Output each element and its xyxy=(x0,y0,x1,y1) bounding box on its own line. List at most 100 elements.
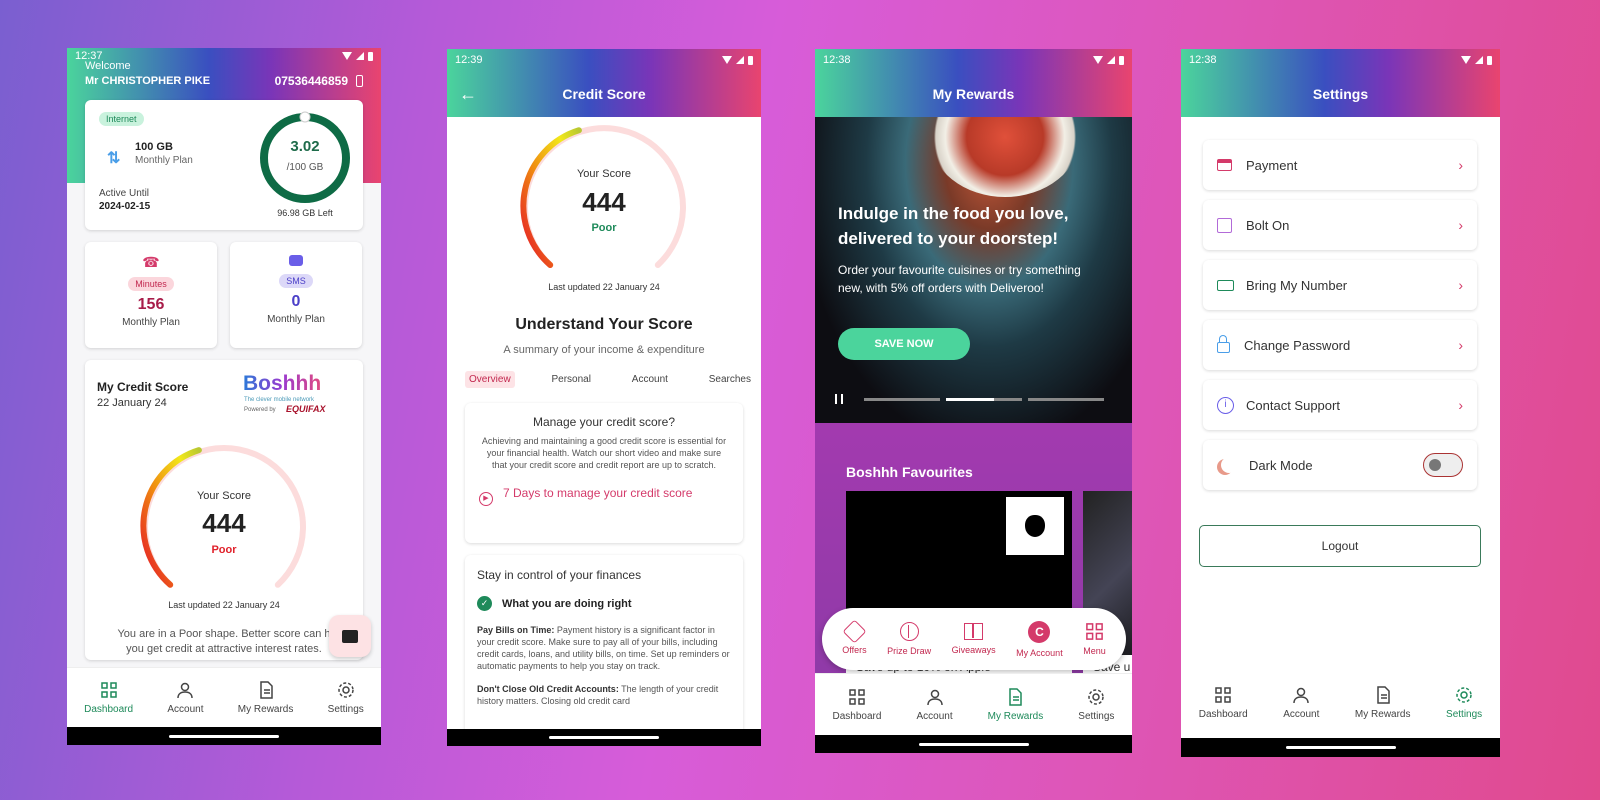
minutes-plan: Monthly Plan xyxy=(122,317,180,328)
nav-dashboard[interactable]: Dashboard xyxy=(1199,685,1248,720)
signal-icon xyxy=(356,52,364,60)
data-transfer-icon: ⇅ xyxy=(107,150,121,167)
menu-prize-draw[interactable]: Prize Draw xyxy=(887,622,931,656)
tab-searches[interactable]: Searches xyxy=(705,371,755,388)
minutes-card[interactable]: ☎ Minutes 156 Monthly Plan xyxy=(85,242,217,348)
rewards-header: 12:38 My Rewards xyxy=(815,49,1132,117)
bottom-nav: Dashboard Account My Rewards Settings xyxy=(815,673,1132,735)
credit-title: My Credit Score xyxy=(97,380,189,394)
save-now-button[interactable]: SAVE NOW xyxy=(838,328,970,360)
nav-rewards-label: My Rewards xyxy=(1354,708,1411,720)
last-updated: Last updated 22 January 24 xyxy=(548,282,660,292)
data-usage-ring xyxy=(260,111,350,203)
menu-my-account[interactable]: C My Account xyxy=(1016,620,1063,658)
tab-overview[interactable]: Overview xyxy=(465,371,515,388)
menu-my-account-label: My Account xyxy=(1016,647,1063,658)
check-circle-icon: ✓ xyxy=(477,596,492,611)
nav-rewards[interactable]: My Rewards xyxy=(238,680,293,715)
nav-account-label: Account xyxy=(916,711,953,722)
document-icon xyxy=(1376,685,1390,704)
nav-rewards[interactable]: My Rewards xyxy=(988,687,1043,722)
last-updated: Last updated 22 January 24 xyxy=(168,600,280,610)
document-icon xyxy=(259,681,273,699)
tip2-title: Don't Close Old Credit Accounts: xyxy=(477,684,619,694)
grid-icon xyxy=(1086,623,1103,640)
hero-banner[interactable]: Indulge in the food you love, delivered … xyxy=(815,117,1132,423)
phone-dashboard: 12:37 Welcome Mr CHRISTOPHER PIKE 075364… xyxy=(67,48,381,745)
settings-item-contact-support[interactable]: i Contact Support › xyxy=(1203,380,1477,430)
menu-prize-draw-label: Prize Draw xyxy=(887,646,932,656)
back-arrow-icon[interactable]: ← xyxy=(459,84,477,105)
score-rating: Poor xyxy=(591,222,617,234)
person-icon xyxy=(1293,687,1310,703)
info-icon: i xyxy=(1217,396,1234,414)
data-amount: 100 GB xyxy=(135,141,173,153)
data-left: 96.98 GB Left xyxy=(277,208,333,218)
sms-card[interactable]: SMS 0 Monthly Plan xyxy=(230,242,362,348)
change-password-label: Change Password xyxy=(1244,337,1351,353)
data-plan: Monthly Plan xyxy=(135,155,193,166)
dark-mode-label: Dark Mode xyxy=(1249,457,1313,473)
battery-icon xyxy=(1487,55,1492,65)
menu-offers[interactable]: Offers xyxy=(842,619,867,655)
nav-settings-label: Settings xyxy=(1446,708,1483,720)
nav-account[interactable]: Account xyxy=(916,687,953,722)
nav-settings[interactable]: Settings xyxy=(1446,685,1482,720)
page-title: Credit Score xyxy=(562,86,646,102)
credit-score-card[interactable]: My Credit Score 22 January 24 Boshhh The… xyxy=(85,360,363,660)
status-bar: 12:38 xyxy=(1181,49,1500,71)
page-title: My Rewards xyxy=(932,86,1015,102)
edit-icon xyxy=(1217,217,1232,233)
person-icon xyxy=(177,682,194,699)
logout-button[interactable]: Logout xyxy=(1199,525,1481,567)
nav-settings[interactable]: Settings xyxy=(328,680,364,715)
bolt-on-label: Bolt On xyxy=(1246,217,1290,233)
menu-offers-label: Offers xyxy=(842,645,867,655)
score-tabs: Overview Personal Account Searches xyxy=(465,371,755,388)
tab-personal[interactable]: Personal xyxy=(548,371,595,388)
nav-dashboard[interactable]: Dashboard xyxy=(832,687,882,722)
nav-rewards[interactable]: My Rewards xyxy=(1355,685,1411,720)
nav-account[interactable]: Account xyxy=(1283,685,1319,720)
manage-title: Manage your credit score? xyxy=(532,415,676,429)
manage-link-text: 7 Days to manage your credit score xyxy=(503,486,693,500)
menu-giveaways[interactable]: Giveaways xyxy=(952,623,996,655)
data-plan-card[interactable]: Internet ⇅ 100 GB Monthly Plan Active Un… xyxy=(85,100,363,230)
minutes-badge: Minutes xyxy=(128,277,174,291)
pause-icon[interactable] xyxy=(835,394,843,404)
tab-account[interactable]: Account xyxy=(628,371,672,388)
status-time: 12:38 xyxy=(1189,54,1217,66)
dark-mode-toggle[interactable] xyxy=(1423,453,1463,477)
status-icons xyxy=(1461,55,1492,65)
phone-settings: 12:38 Settings Payment › Bolt On › Bring… xyxy=(1181,49,1500,757)
account-c-icon: C xyxy=(1028,620,1051,643)
settings-item-bring-number[interactable]: Bring My Number › xyxy=(1203,260,1477,310)
lock-icon xyxy=(1217,335,1230,353)
chevron-right-icon: › xyxy=(1458,217,1463,233)
chat-button[interactable] xyxy=(329,615,371,657)
phone-call-icon: ☎ xyxy=(142,254,160,270)
control-title: Stay in control of your finances xyxy=(477,568,642,582)
finances-card: Stay in control of your finances ✓ What … xyxy=(465,555,743,745)
carousel-progress-2 xyxy=(946,398,1022,401)
settings-item-payment[interactable]: Payment › xyxy=(1203,140,1477,190)
carousel-progress-1 xyxy=(864,398,940,401)
credit-date: 22 January 24 xyxy=(97,397,167,409)
settings-header: 12:38 Settings xyxy=(1181,49,1500,117)
score-label: Your Score xyxy=(196,490,252,502)
settings-item-change-password[interactable]: Change Password › xyxy=(1203,320,1477,370)
nav-account[interactable]: Account xyxy=(167,680,204,715)
hero-headline: Indulge in the food you love, delivered … xyxy=(838,204,1069,248)
phone-number: 07536446859 xyxy=(274,74,348,88)
chevron-right-icon: › xyxy=(1458,397,1463,413)
understand-title: Understand Your Score xyxy=(515,316,693,333)
nav-dashboard-label: Dashboard xyxy=(832,711,882,722)
manage-video-link[interactable]: ▶ 7 Days to manage your credit score xyxy=(479,484,729,506)
settings-item-bolt-on[interactable]: Bolt On › xyxy=(1203,200,1477,250)
gift-icon xyxy=(964,623,984,640)
nav-dashboard[interactable]: Dashboard xyxy=(84,680,133,715)
menu-menu[interactable]: Menu xyxy=(1083,622,1106,656)
offers-icon xyxy=(842,619,867,644)
manage-body: Achieving and maintaining a good credit … xyxy=(481,436,727,470)
nav-settings[interactable]: Settings xyxy=(1078,687,1114,722)
